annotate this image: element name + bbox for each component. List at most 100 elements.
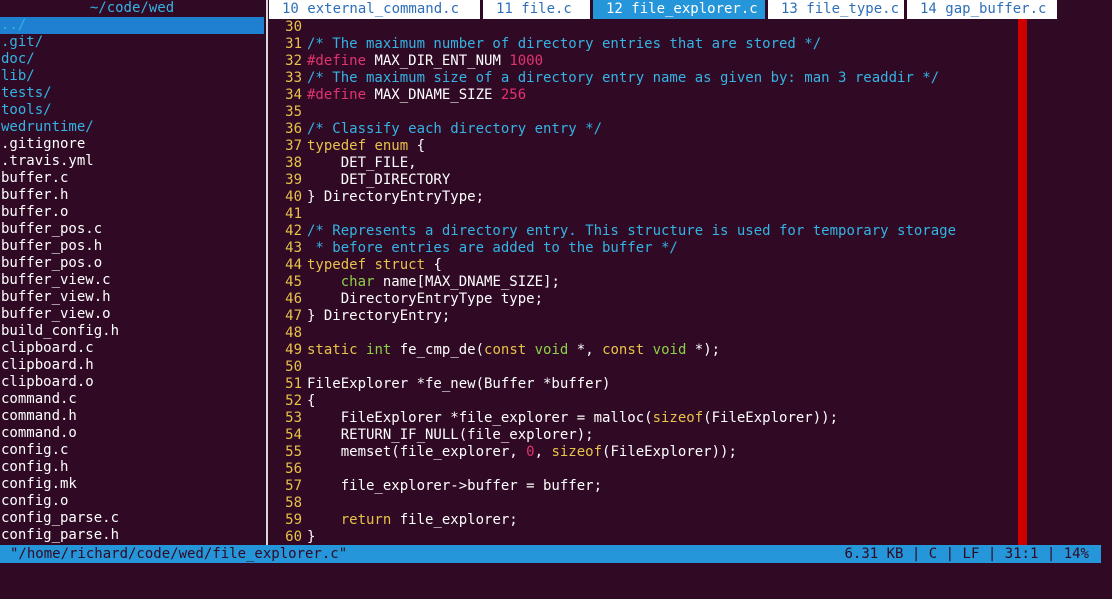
code-token: int: [366, 342, 392, 358]
tab[interactable]: 13 file_type.c: [768, 0, 904, 19]
file-item[interactable]: buffer.h: [0, 187, 264, 204]
code-text: file_explorer->buffer = buffer;: [302, 478, 602, 495]
file-item[interactable]: config.h: [0, 459, 264, 476]
tab[interactable]: 14 gap_buffer.c: [907, 0, 1057, 19]
code-text: RETURN_IF_NULL(file_explorer);: [302, 427, 594, 444]
line-number: 51: [285, 376, 302, 392]
line-number: 57: [285, 478, 302, 494]
file-item[interactable]: buffer.o: [0, 204, 264, 221]
line-number: 50: [285, 359, 302, 375]
tab[interactable]: 10 external_command.c: [269, 0, 480, 19]
file-item[interactable]: clipboard.c: [0, 340, 264, 357]
code-line: 58: [278, 495, 1112, 512]
file-item[interactable]: config_parse.h: [0, 527, 264, 544]
code-token: /* The maximum size of a directory entry…: [307, 70, 940, 86]
code-line: 54 RETURN_IF_NULL(file_explorer);: [278, 427, 1112, 444]
code-line: 34 #define MAX_DNAME_SIZE 256: [278, 87, 1112, 104]
code-line: 59 return file_explorer;: [278, 512, 1112, 529]
status-language: C: [928, 546, 938, 562]
file-item[interactable]: clipboard.h: [0, 357, 264, 374]
code-text: } DirectoryEntryType;: [302, 189, 484, 206]
directory-item[interactable]: .git/: [0, 34, 264, 51]
file-item[interactable]: .travis.yml: [0, 153, 264, 170]
tab-label: 11 file.c: [496, 1, 572, 17]
file-item[interactable]: config_parse.c: [0, 510, 264, 527]
code-token: void: [652, 342, 687, 358]
code-token: enum: [374, 138, 409, 154]
file-item[interactable]: clipboard.o: [0, 374, 264, 391]
file-item[interactable]: buffer_pos.o: [0, 255, 264, 272]
code-token: #define: [307, 87, 367, 103]
file-item[interactable]: command.h: [0, 408, 264, 425]
file-item[interactable]: .gitignore: [0, 136, 264, 153]
file-list: ../.git/doc/lib/tests/tools/wedruntime/.…: [0, 17, 264, 544]
tab-active[interactable]: 12 file_explorer.c: [593, 0, 765, 19]
line-number: 35: [285, 104, 302, 120]
status-line-ending: LF: [962, 546, 980, 562]
code-line: 37 typedef enum {: [278, 138, 1112, 155]
file-item[interactable]: buffer_view.o: [0, 306, 264, 323]
directory-item[interactable]: tests/: [0, 85, 264, 102]
code-token: 0: [526, 444, 535, 460]
code-line: 53 FileExplorer *file_explorer = malloc(…: [278, 410, 1112, 427]
tab-label: 10 external_command.c: [282, 1, 460, 17]
directory-item[interactable]: wedruntime/: [0, 119, 264, 136]
code-text: return file_explorer;: [302, 512, 518, 529]
file-item[interactable]: build_config.h: [0, 323, 264, 340]
tab-bar: 10 external_command.c 11 file.c 12 file_ex…: [269, 0, 1112, 19]
code-text: typedef enum {: [302, 138, 425, 155]
code-text: FileExplorer *file_explorer = malloc(siz…: [302, 410, 838, 427]
file-item[interactable]: buffer_pos.c: [0, 221, 264, 238]
file-item[interactable]: config.o: [0, 493, 264, 510]
directory-item[interactable]: tools/: [0, 102, 264, 119]
code-token: * before entries are added to the buffer…: [307, 240, 678, 256]
code-token: *);: [686, 342, 721, 358]
file-item[interactable]: buffer.c: [0, 170, 264, 187]
line-number: 41: [285, 206, 302, 222]
code-token: FileExplorer *fe_new(Buffer *buffer): [307, 376, 611, 392]
code-token: fe_cmp_de(: [391, 342, 485, 358]
code-line: 42 /* Represents a directory entry. This …: [278, 223, 1112, 240]
file-explorer-sidebar: ~/code/wed ../.git/doc/lib/tests/tools/w…: [0, 0, 264, 545]
line-number: 45: [285, 274, 302, 290]
code-token: (FileExplorer));: [602, 444, 737, 460]
line-number: 31: [285, 36, 302, 52]
code-line: 56: [278, 461, 1112, 478]
file-item[interactable]: config.mk: [0, 476, 264, 493]
code-token: const: [602, 342, 645, 358]
status-scroll-percent: 14%: [1063, 546, 1089, 562]
code-token: DirectoryEntryType type;: [307, 291, 544, 307]
file-item[interactable]: buffer_view.h: [0, 289, 264, 306]
code-token: RETURN_IF_NULL(file_explorer);: [307, 427, 594, 443]
directory-item[interactable]: lib/: [0, 68, 264, 85]
code-token: }: [307, 529, 316, 545]
code-token: *,: [568, 342, 603, 358]
file-item[interactable]: buffer_view.c: [0, 272, 264, 289]
file-item[interactable]: config.c: [0, 442, 264, 459]
file-item[interactable]: buffer_pos.h: [0, 238, 264, 255]
column-ruler: [1018, 19, 1027, 545]
code-text: /* The maximum size of a directory entry…: [302, 70, 939, 87]
file-item[interactable]: command.o: [0, 425, 264, 442]
code-token: DET_DIRECTORY: [307, 172, 451, 188]
code-line: 31 /* The maximum number of directory ent…: [278, 36, 1112, 53]
directory-item[interactable]: ../: [0, 17, 264, 34]
code-token: 256: [500, 87, 527, 103]
code-token: #define: [307, 53, 367, 69]
code-editor[interactable]: 30 31 /* The maximum number of directory e…: [278, 19, 1112, 545]
directory-item[interactable]: doc/: [0, 51, 264, 68]
code-token: MAX_DIR_ENT_NUM: [366, 53, 510, 69]
code-text: static int fe_cmp_de(const void *, const…: [302, 342, 720, 359]
code-line: 52 {: [278, 393, 1112, 410]
file-item[interactable]: command.c: [0, 391, 264, 408]
sidebar-title: ~/code/wed: [89, 0, 175, 16]
tab[interactable]: 11 file.c: [483, 0, 590, 19]
code-token: FileExplorer *file_explorer = malloc(: [307, 410, 653, 426]
code-line: 44 typedef struct {: [278, 257, 1112, 274]
